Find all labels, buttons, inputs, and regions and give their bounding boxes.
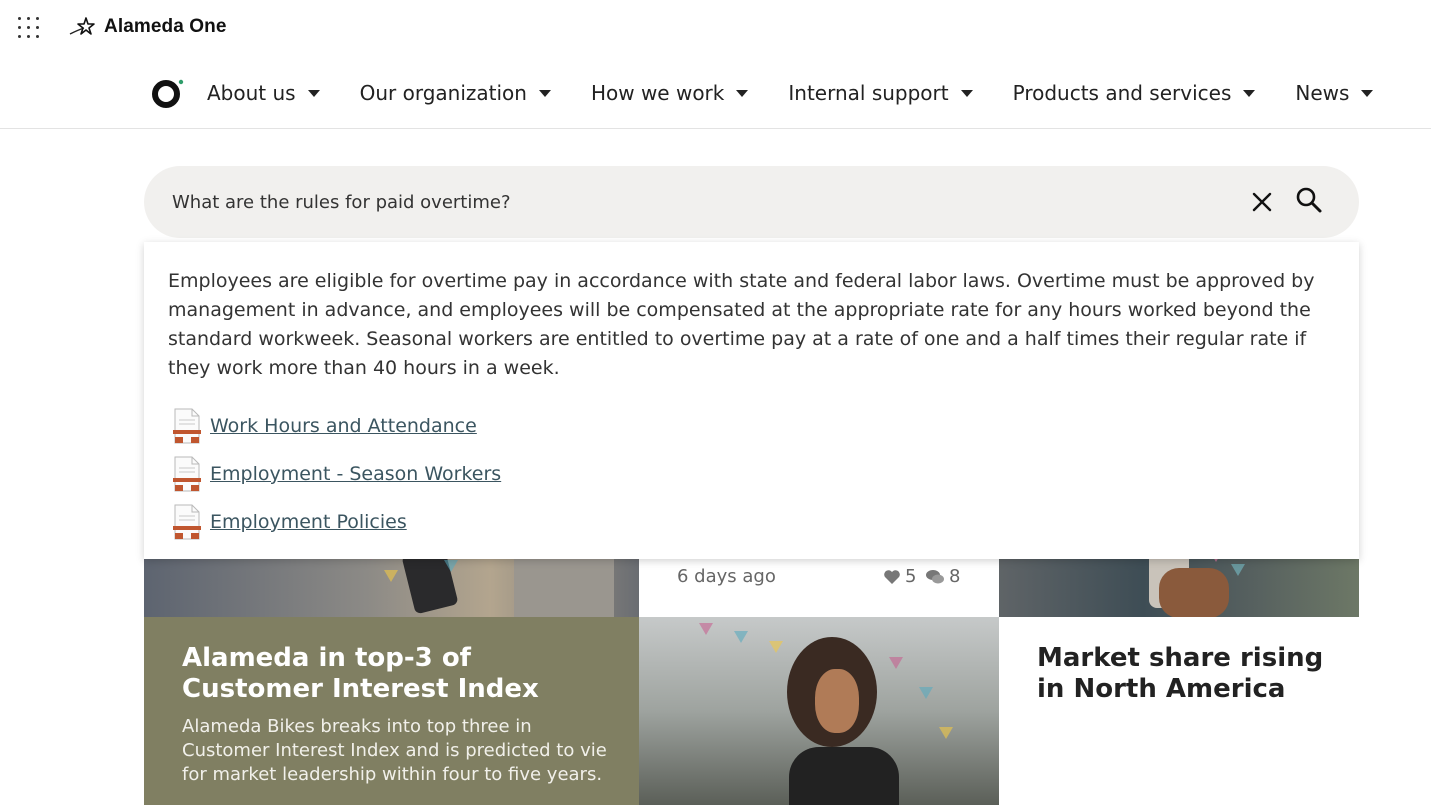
source-link-label: Employment Policies	[210, 511, 407, 533]
comment-count[interactable]: 8	[925, 566, 960, 587]
comment-icon	[926, 569, 944, 583]
nav-item-our-organization[interactable]: Our organization	[360, 81, 551, 105]
post-date: 6 days ago	[677, 566, 776, 587]
source-link-label: Work Hours and Attendance	[210, 415, 477, 437]
app-launcher-icon[interactable]	[18, 17, 39, 38]
nav-item-label: Our organization	[359, 80, 527, 105]
confetti-shape	[889, 657, 903, 669]
caret-down-icon	[1361, 90, 1374, 97]
confetti-shape	[939, 727, 953, 739]
nav-item-internal-support[interactable]: Internal support	[788, 80, 973, 105]
news-card-photo[interactable]	[639, 617, 999, 805]
market-card-title: Market share rising in North America	[1037, 643, 1324, 704]
brand-logo-icon	[69, 17, 95, 35]
search-answer-panel: Employees are eligible for overtime pay …	[144, 242, 1359, 559]
comment-count-value: 8	[949, 566, 961, 587]
confetti-shape	[384, 570, 398, 582]
confetti-shape	[734, 631, 748, 643]
portrait-face	[815, 669, 859, 733]
caret-down-icon	[307, 90, 320, 97]
confetti-shape	[919, 687, 933, 699]
like-count-value: 5	[905, 566, 917, 587]
caret-down-icon	[736, 90, 749, 97]
feature-news-card[interactable]: Alameda in top-3 of Customer Interest In…	[144, 617, 639, 805]
confetti-shape	[444, 560, 458, 572]
home-logo-icon[interactable]	[150, 77, 186, 109]
feature-card-title: Alameda in top-3 of Customer Interest In…	[182, 643, 539, 704]
main-nav: About us Our organization How we work In…	[0, 56, 1431, 129]
source-link-label: Employment - Season Workers	[210, 463, 502, 485]
answer-sources: Work Hours and Attendance Employment - S…	[172, 402, 501, 546]
document-icon	[173, 456, 201, 492]
caret-down-icon	[538, 90, 551, 97]
nav-item-label: How we work	[590, 80, 725, 105]
source-link-work-hours[interactable]: Work Hours and Attendance	[172, 402, 501, 450]
source-link-employment-policies[interactable]: Employment Policies	[172, 498, 501, 546]
portrait-body	[789, 747, 899, 805]
like-count[interactable]: 5	[883, 566, 916, 587]
search-input[interactable]	[172, 186, 1222, 218]
heart-icon	[884, 569, 900, 584]
feature-card-summary: Alameda Bikes breaks into top three in C…	[182, 716, 607, 785]
confetti-shape	[769, 641, 783, 653]
brand[interactable]: Alameda One	[68, 14, 227, 40]
confetti-shape	[699, 623, 713, 635]
hand-graphic	[1159, 568, 1229, 617]
news-card-market-share[interactable]: Market share rising in North America	[999, 617, 1359, 805]
document-icon	[173, 504, 201, 540]
search-icon[interactable]	[1294, 185, 1324, 215]
answer-text: Employees are eligible for overtime pay …	[168, 270, 1315, 379]
nav-item-label: Products and services	[1012, 80, 1232, 105]
search-bar	[144, 166, 1359, 238]
nav-item-label: Internal support	[788, 80, 949, 105]
nav-item-products-and-services[interactable]: Products and services	[1013, 81, 1256, 105]
nav-item-label: About us	[207, 80, 296, 105]
nav-item-label: News	[1295, 80, 1350, 105]
top-bar: Alameda One	[0, 0, 1431, 56]
close-icon[interactable]	[1248, 188, 1276, 216]
source-link-season-workers[interactable]: Employment - Season Workers	[172, 450, 501, 498]
confetti-shape	[1231, 564, 1245, 576]
nav-item-about-us[interactable]: About us	[207, 81, 320, 105]
nav-item-news[interactable]: News	[1295, 80, 1374, 105]
nav-item-how-we-work[interactable]: How we work	[590, 80, 749, 105]
document-icon	[173, 408, 201, 444]
caret-down-icon	[960, 90, 973, 97]
caret-down-icon	[1243, 90, 1256, 97]
brand-name: Alameda One	[104, 16, 227, 37]
